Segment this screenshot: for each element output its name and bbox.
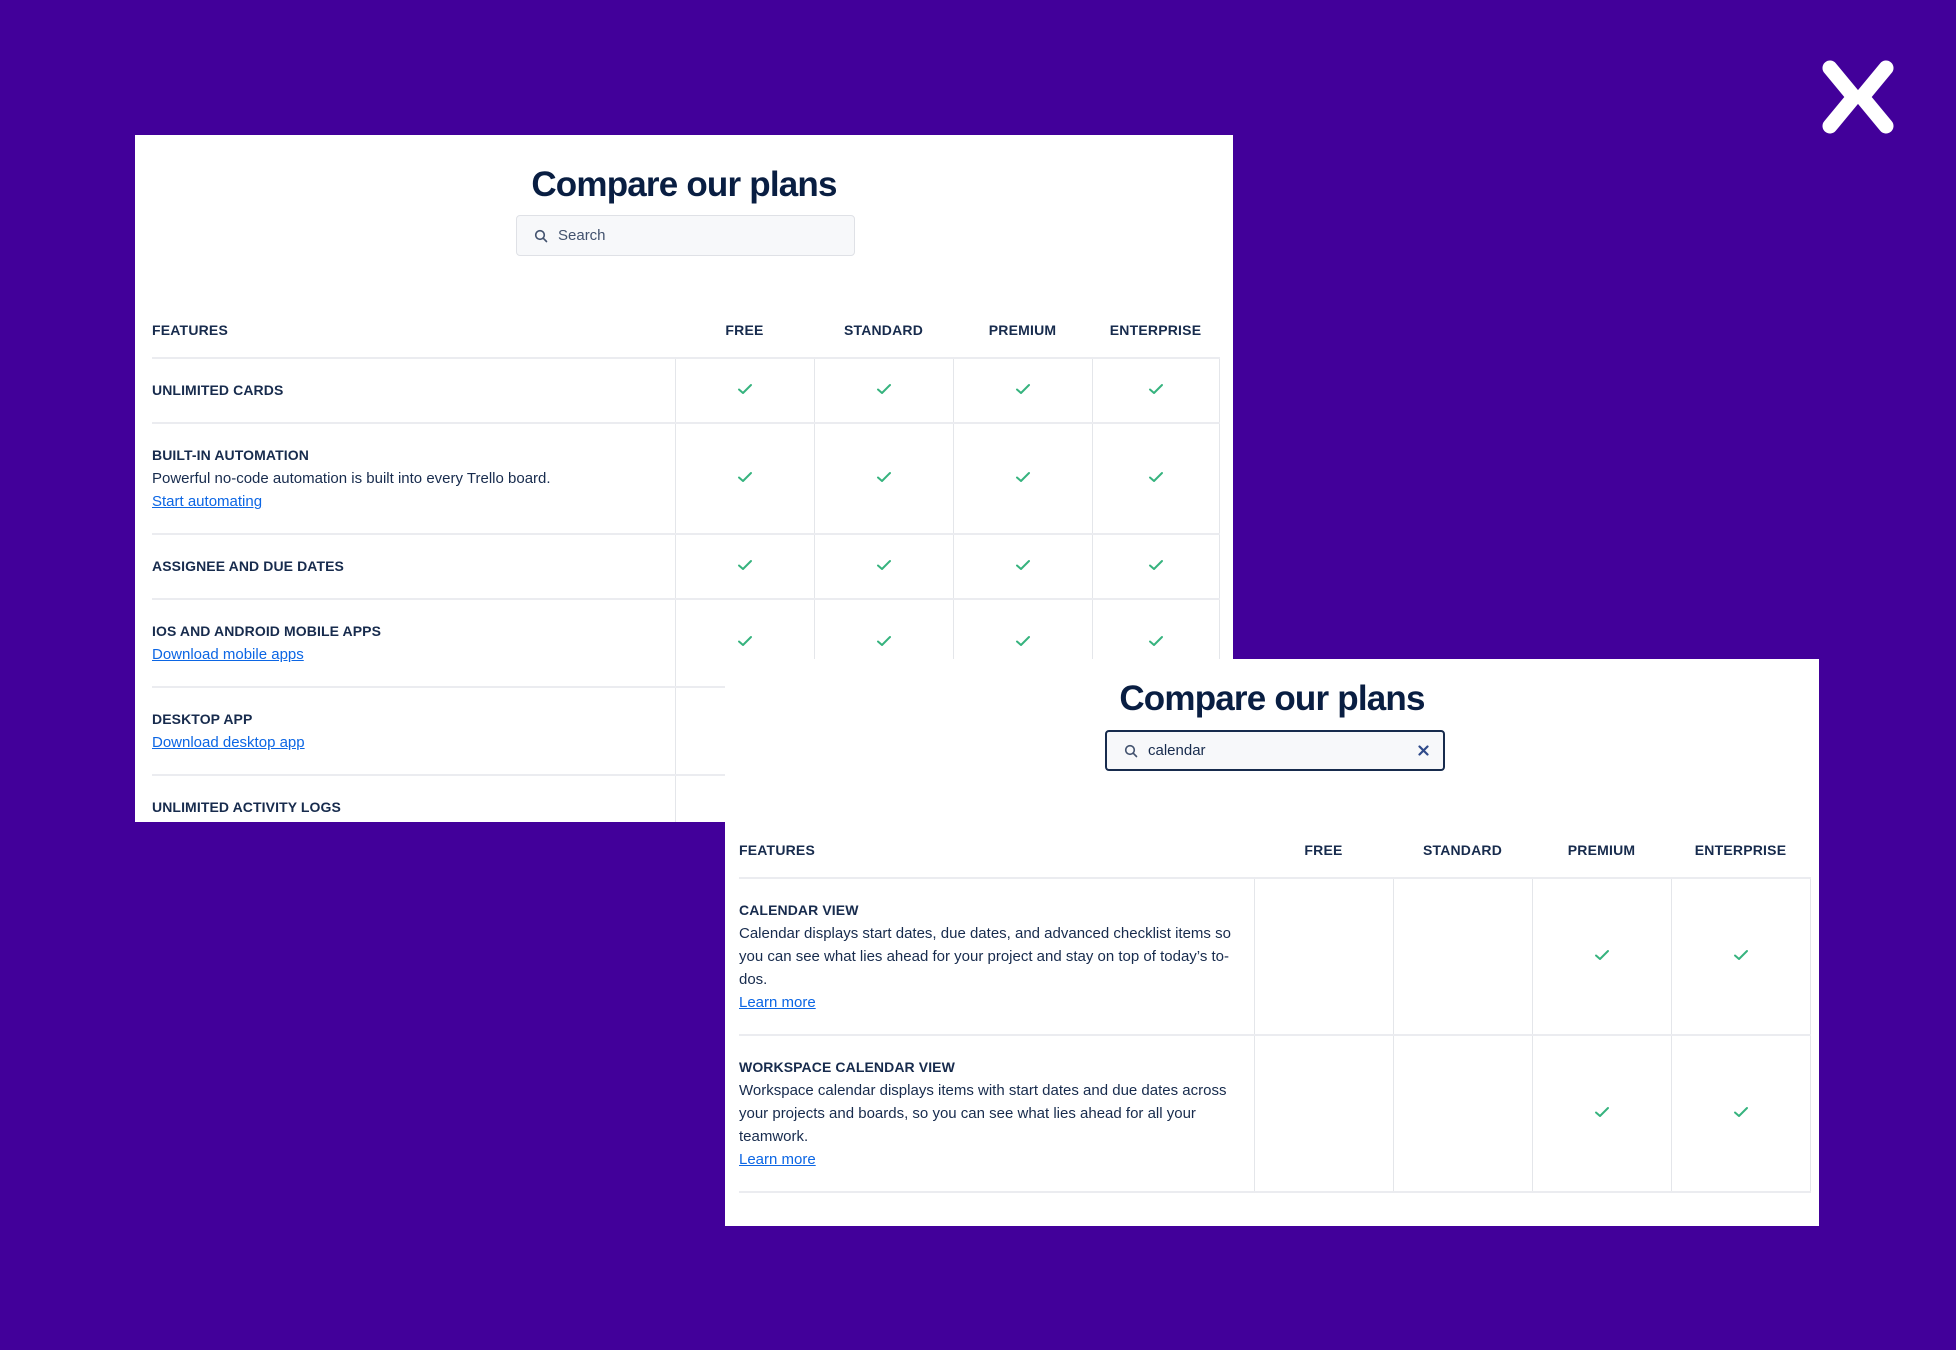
feature-link[interactable]: Learn more — [739, 991, 816, 1014]
page-title: Compare our plans — [531, 165, 837, 204]
plan-cell-standard — [813, 358, 953, 424]
plan-cell-free — [674, 358, 814, 424]
column-header-free: FREE — [1254, 823, 1393, 879]
feature-description: Calendar displays start dates, due dates… — [739, 925, 1231, 988]
feature-description: Powerful no-code automation is built int… — [152, 470, 551, 487]
plan-cell-free — [1253, 1035, 1393, 1193]
check-icon — [1015, 383, 1030, 394]
column-header-standard: STANDARD — [1393, 823, 1532, 879]
feature-link[interactable]: Learn more — [739, 1148, 816, 1171]
plan-cell-free — [674, 423, 814, 535]
check-icon — [737, 559, 752, 570]
plan-cell-free — [674, 534, 814, 600]
check-icon — [876, 383, 891, 394]
plan-cell-standard — [813, 534, 953, 600]
check-icon — [1148, 559, 1163, 570]
plan-cell-enterprise — [1091, 423, 1220, 535]
column-header-premium: PREMIUM — [953, 303, 1092, 359]
feature-name: BUILT-IN AUTOMATION — [152, 447, 309, 463]
feature-cell: ASSIGNEE AND DUE DATES — [152, 534, 675, 600]
feature-link[interactable]: Start automating — [152, 490, 262, 513]
check-icon — [737, 383, 752, 394]
plan-cell-standard — [1392, 1035, 1532, 1193]
search-input[interactable]: Search — [516, 215, 855, 256]
feature-cell: CALENDAR VIEW Calendar displays start dat… — [739, 878, 1254, 1036]
plans-comparison-table: FEATURES FREE STANDARD PREMIUM ENTERPRIS… — [739, 823, 1811, 1193]
search-icon — [1124, 744, 1138, 757]
feature-description: Workspace calendar displays items with s… — [739, 1082, 1227, 1145]
plan-cell-premium — [952, 358, 1092, 424]
check-icon — [1733, 1106, 1748, 1117]
table-row: ASSIGNEE AND DUE DATES — [152, 534, 1220, 600]
plan-cell-enterprise — [1670, 1035, 1811, 1193]
feature-name: ASSIGNEE AND DUE DATES — [152, 558, 344, 574]
plan-cell-premium — [952, 423, 1092, 535]
feature-name: UNLIMITED ACTIVITY LOGS — [152, 799, 341, 815]
plan-cell-free — [1253, 878, 1393, 1036]
check-icon — [1015, 636, 1030, 646]
check-icon — [737, 471, 752, 482]
table-row: WORKSPACE CALENDAR VIEW Workspace calenda… — [739, 1035, 1811, 1193]
compare-plans-panel-filtered: Compare our plans calendar FEATURES FREE… — [725, 659, 1819, 1226]
search-input[interactable]: calendar — [1105, 730, 1445, 771]
search-placeholder: Search — [558, 227, 606, 244]
table-row: BUILT-IN AUTOMATION Powerful no-code auto… — [152, 423, 1220, 535]
feature-link[interactable]: Download mobile apps — [152, 643, 304, 666]
feature-name: WORKSPACE CALENDAR VIEW — [739, 1059, 955, 1075]
feature-cell: DESKTOP APP Download desktop app — [152, 687, 675, 776]
feature-link[interactable]: Download desktop app — [152, 731, 305, 754]
plan-cell-enterprise — [1091, 534, 1220, 600]
check-icon — [1148, 636, 1163, 646]
column-header-features: FEATURES — [152, 303, 675, 359]
plan-cell-enterprise — [1670, 878, 1811, 1036]
close-icon — [1417, 745, 1429, 756]
column-header-enterprise: ENTERPRISE — [1092, 303, 1219, 359]
feature-cell: UNLIMITED CARDS — [152, 358, 675, 424]
feature-cell: WORKSPACE CALENDAR VIEW Workspace calenda… — [739, 1035, 1254, 1193]
search-icon — [534, 229, 548, 242]
column-header-enterprise: ENTERPRISE — [1671, 823, 1810, 879]
plan-cell-standard — [1392, 878, 1532, 1036]
table-row: CALENDAR VIEW Calendar displays start dat… — [739, 878, 1811, 1036]
table-header-row: FEATURES FREE STANDARD PREMIUM ENTERPRIS… — [152, 303, 1219, 359]
feature-name: DESKTOP APP — [152, 711, 253, 727]
feature-name: CALENDAR VIEW — [739, 902, 859, 918]
check-icon — [876, 471, 891, 482]
feature-cell: IOS AND ANDROID MOBILE APPS Download mobi… — [152, 599, 675, 688]
search-value: calendar — [1148, 742, 1206, 759]
feature-cell: BUILT-IN AUTOMATION Powerful no-code auto… — [152, 423, 675, 535]
plan-cell-premium — [1531, 1035, 1671, 1193]
clear-search-button[interactable] — [1411, 739, 1435, 763]
feature-name: IOS AND ANDROID MOBILE APPS — [152, 623, 382, 639]
column-header-standard: STANDARD — [814, 303, 953, 359]
page-title: Compare our plans — [1119, 679, 1425, 718]
table-row: UNLIMITED CARDS — [152, 358, 1220, 424]
check-icon — [876, 636, 891, 646]
check-icon — [1594, 949, 1609, 960]
plan-cell-standard — [813, 423, 953, 535]
check-icon — [1148, 383, 1163, 394]
brand-logo-icon — [1818, 58, 1898, 136]
check-icon — [1015, 471, 1030, 482]
check-icon — [876, 559, 891, 570]
table-header-row: FEATURES FREE STANDARD PREMIUM ENTERPRIS… — [739, 823, 1810, 879]
column-header-features: FEATURES — [739, 823, 1254, 879]
check-icon — [1148, 471, 1163, 482]
check-icon — [737, 636, 752, 646]
plan-cell-premium — [952, 534, 1092, 600]
check-icon — [1733, 949, 1748, 960]
feature-cell: UNLIMITED ACTIVITY LOGS — [152, 775, 675, 822]
column-header-premium: PREMIUM — [1532, 823, 1671, 879]
plan-cell-enterprise — [1091, 358, 1220, 424]
column-header-free: FREE — [675, 303, 814, 359]
plan-cell-premium — [1531, 878, 1671, 1036]
check-icon — [1594, 1106, 1609, 1117]
check-icon — [1015, 559, 1030, 570]
feature-name: UNLIMITED CARDS — [152, 382, 284, 398]
